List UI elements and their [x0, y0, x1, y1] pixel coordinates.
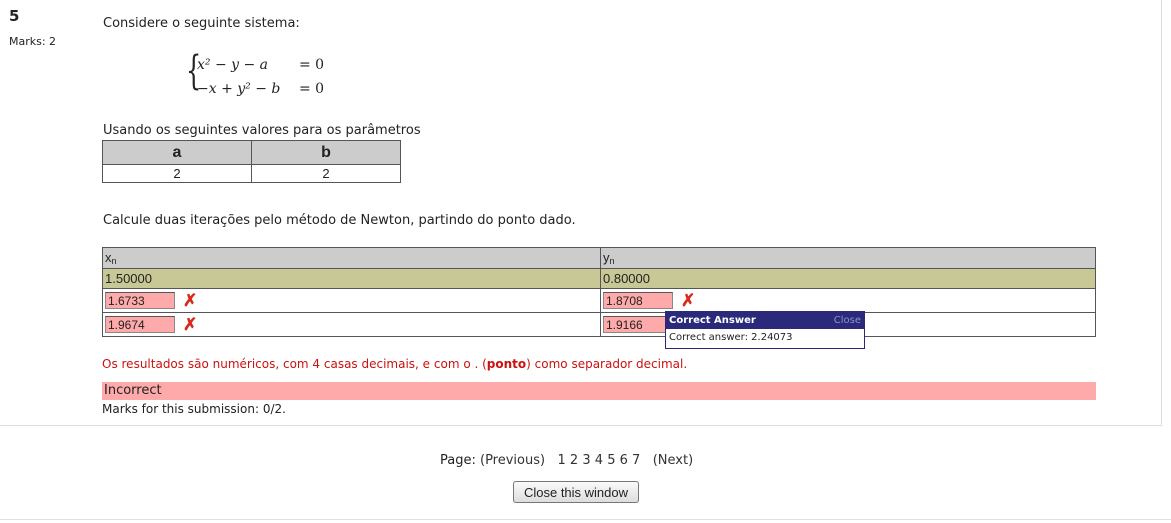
start-x: 1.50000 — [102, 268, 601, 289]
param-value-b: 2 — [251, 164, 401, 183]
pager-previous[interactable]: (Previous) — [480, 453, 545, 468]
answer-input-x1[interactable]: 1.6733 — [105, 292, 175, 309]
param-header-b: b — [251, 140, 401, 165]
popup-body: Correct answer: 2.24073 — [669, 332, 793, 343]
pager-page-6[interactable]: 6 — [620, 453, 628, 468]
pager-page-2[interactable]: 2 — [570, 453, 578, 468]
answer-cell: 1.6733 ✗ — [102, 288, 601, 313]
result-banner: Incorrect — [102, 382, 1096, 400]
question-intro: Considere o seguinte sistema: — [103, 16, 300, 31]
question-number: 5 — [9, 7, 20, 25]
equation-1-rhs: = 0 — [299, 57, 325, 73]
equation-2-rhs: = 0 — [299, 81, 325, 97]
params-intro: Usando os seguintes valores para os parâ… — [103, 123, 421, 138]
pager-page-7[interactable]: 7 — [632, 453, 640, 468]
header-x: xn — [102, 247, 601, 269]
correct-answer-popup: Correct Answer Close Correct answer: 2.2… — [665, 311, 865, 349]
param-value-a: 2 — [102, 164, 252, 183]
answer-input-y2[interactable]: 1.9166 — [603, 316, 673, 334]
start-y: 0.80000 — [600, 268, 1096, 289]
popup-header: Correct Answer Close — [666, 312, 864, 329]
answer-cell: 1.8708 ✗ — [600, 288, 1096, 313]
header-y: yn — [600, 247, 1096, 269]
answer-input-y1[interactable]: 1.8708 — [603, 292, 673, 309]
incorrect-mark-icon: ✗ — [183, 290, 198, 310]
params-table: a b 2 2 — [102, 140, 401, 183]
answer-cell: 1.9674 ✗ — [102, 312, 601, 337]
format-note: Os resultados são numéricos, com 4 casas… — [102, 357, 688, 371]
popup-title: Correct Answer — [669, 315, 756, 326]
question-block: 5 Marks: 2 Considere o seguinte sistema:… — [0, 0, 1162, 426]
equation-system: { x² − y − a = 0 −x + y² − b = 0 — [186, 48, 346, 100]
submission-marks: Marks for this submission: 0/2. — [102, 402, 286, 416]
close-window-button[interactable]: Close this window — [513, 481, 639, 503]
incorrect-mark-icon: ✗ — [183, 314, 198, 334]
incorrect-mark-icon[interactable]: ✗ — [681, 291, 695, 311]
iteration-table: xn yn 1.50000 0.80000 1.6733 ✗ 1.8708 ✗ 1.… — [102, 247, 1096, 337]
question-marks: Marks: 2 — [9, 35, 57, 48]
param-header-a: a — [102, 140, 252, 165]
pager-next[interactable]: (Next) — [653, 453, 693, 468]
pagination: Page: (Previous) 1 2 3 4 5 6 7 (Next) — [440, 453, 693, 468]
pager-page-4[interactable]: 4 — [595, 453, 603, 468]
equation-1-lhs: x² − y − a — [197, 57, 269, 73]
popup-close-link[interactable]: Close — [834, 312, 861, 329]
bottom-divider — [0, 519, 1171, 520]
pager-label: Page: — [440, 453, 476, 468]
pager-page-5[interactable]: 5 — [607, 453, 615, 468]
equation-2-lhs: −x + y² − b — [197, 81, 281, 97]
instruction: Calcule duas iterações pelo método de Ne… — [103, 213, 576, 228]
pager-page-3[interactable]: 3 — [582, 453, 590, 468]
pager-page-1[interactable]: 1 — [558, 453, 566, 468]
answer-input-x2[interactable]: 1.9674 — [105, 316, 175, 333]
